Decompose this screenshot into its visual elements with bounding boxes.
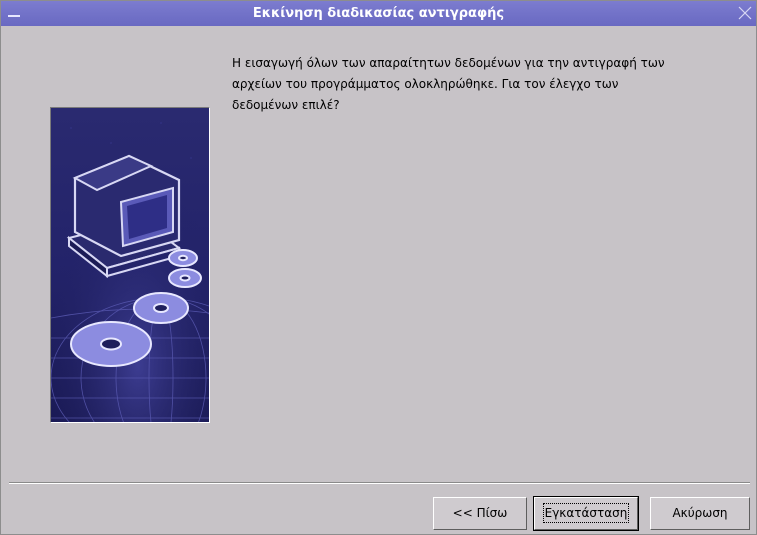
- cancel-button[interactable]: Ακύρωση: [650, 497, 750, 530]
- divider: [9, 482, 750, 484]
- computer-with-discs-illustration: [51, 108, 209, 422]
- side-illustration: [50, 107, 210, 423]
- status-message: Η εισαγωγή όλων των απαραίτητων δεδομένω…: [232, 56, 665, 112]
- install-button[interactable]: Εγκατάσταση: [533, 496, 639, 531]
- back-button[interactable]: << Πίσω: [433, 497, 527, 530]
- window-title: Εκκίνηση διαδικασίας αντιγραφής: [252, 6, 505, 21]
- install-button-label: Εγκατάσταση: [542, 503, 630, 523]
- installer-dialog: Εκκίνηση διαδικασίας αντιγραφής Η εισαγω…: [0, 0, 757, 535]
- title-bar[interactable]: Εκκίνηση διαδικασίας αντιγραφής: [1, 1, 756, 26]
- close-icon[interactable]: [736, 4, 754, 22]
